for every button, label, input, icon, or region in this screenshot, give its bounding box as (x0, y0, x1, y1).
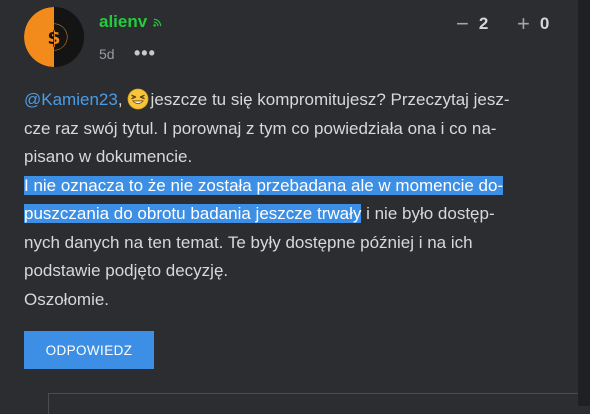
comment-body: @Kamien23, jeszcze tu się kompromitujesz?… (24, 88, 510, 309)
laughing-emoji-icon (127, 88, 148, 110)
downvote-count: 2 (478, 14, 489, 33)
body-line-2: cze raz swój tytul. I porownaj z tym co … (24, 118, 497, 138)
page-side-rail (578, 0, 590, 406)
plus-icon: + (517, 11, 530, 36)
body-line-8: Oszołomie. (24, 289, 110, 309)
comment: $ $ alienv 5d ••• − 2 + 0 @Kamien23,jesz… (0, 0, 579, 414)
body-line-7: podstawie podjęto decyzję. (24, 261, 229, 280)
more-icon[interactable]: ••• (134, 44, 156, 62)
downvote-button[interactable]: − 2 (456, 13, 488, 35)
comment-timestamp[interactable]: 5d (99, 46, 115, 62)
rss-icon (153, 18, 162, 27)
body-line-6: nych danych na ten temat. Te były dostęp… (24, 232, 473, 252)
reply-button[interactable]: ODPOWIEDZ (24, 331, 154, 369)
body-line-5: i nie było dostęp- (361, 204, 495, 223)
next-comment-container (48, 393, 579, 414)
upvote-count: 0 (539, 14, 550, 33)
minus-icon: − (456, 11, 469, 36)
username-link[interactable]: alienv (99, 12, 147, 32)
body-line-1: jeszcze tu się kompromitujesz? Przeczyta… (150, 90, 510, 109)
avatar[interactable]: $ $ (24, 7, 84, 67)
body-line-3: pisano w dokumencie. (24, 147, 193, 166)
upvote-button[interactable]: + 0 (517, 13, 549, 35)
dollar-coin-avatar-icon: $ $ (24, 7, 84, 67)
highlighted-text-line-1: I nie oznacza to że nie została przebada… (24, 175, 504, 195)
highlighted-text-line-2: puszczania do obrotu badania jeszcze trw… (24, 204, 362, 223)
user-mention-link[interactable]: @Kamien23 (24, 90, 118, 109)
